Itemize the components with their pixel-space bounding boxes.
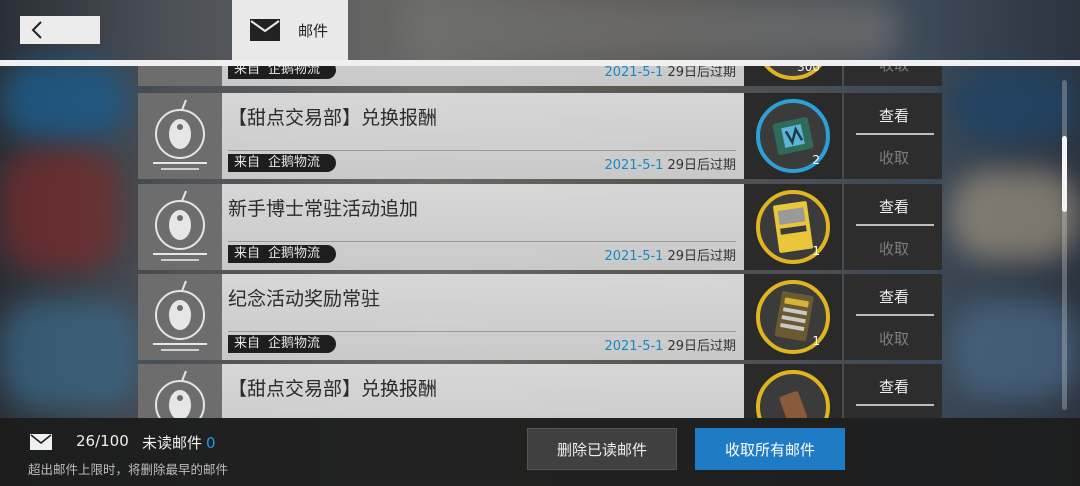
collect-button[interactable]: 收取 bbox=[854, 147, 934, 168]
view-button[interactable]: 查看 bbox=[854, 286, 934, 307]
mail-title: 新手博士常驻活动追加 bbox=[228, 198, 419, 220]
mail-limit-hint: 超出邮件上限时，将删除最早的邮件 bbox=[28, 462, 229, 477]
reward-count: 1 bbox=[812, 244, 820, 258]
mail-title: 【甜点交易部】兑换报酬 bbox=[228, 107, 438, 129]
mail-count: 26/100 bbox=[76, 432, 129, 450]
expire-info: 2021-5-1 29日后过期 bbox=[604, 249, 736, 264]
sender-tag: 来自 企鹅物流 bbox=[228, 154, 337, 172]
collect-all-button[interactable]: 收取所有邮件 bbox=[695, 428, 845, 470]
penguin-logistics-icon bbox=[153, 280, 207, 351]
bottom-bar: 26/100 未读邮件 0 超出邮件上限时，将删除最早的邮件 删除已读邮件 收取所… bbox=[0, 418, 1080, 486]
chevron-left-icon bbox=[31, 21, 42, 39]
collect-button[interactable]: 收取 bbox=[854, 328, 934, 349]
penguin-logistics-icon bbox=[155, 370, 205, 418]
mail-list[interactable]: 来自企鹅物流 2021-5-129日后过期 300 收取 bbox=[138, 66, 942, 418]
delete-read-button[interactable]: 删除已读邮件 bbox=[527, 428, 677, 470]
mail-content[interactable]: 【甜点交易部】兑换报酬 来自 企鹅物流 2021-5-1 29日后过期 bbox=[138, 93, 744, 179]
penguin-logistics-icon bbox=[153, 190, 207, 261]
penguin-logistics-logo bbox=[138, 184, 222, 270]
recruitment-permit-icon bbox=[773, 201, 813, 253]
reward-item[interactable] bbox=[744, 364, 842, 418]
mail-content[interactable]: 【甜点交易部】兑换报酬 bbox=[138, 364, 744, 418]
mail-actions: 查看 收取 bbox=[844, 93, 942, 179]
reward-item[interactable]: 2 bbox=[744, 93, 842, 179]
reward-item-icon: 300 bbox=[756, 66, 830, 80]
mail-actions: 查看 收取 bbox=[844, 274, 942, 360]
unread-count: 0 bbox=[206, 434, 216, 452]
unread-label: 未读邮件 bbox=[142, 434, 203, 452]
reward-item[interactable]: 1 bbox=[744, 184, 842, 270]
mail-actions: 收取 bbox=[844, 66, 942, 86]
reward-item-icon bbox=[756, 370, 830, 418]
supply-box-icon bbox=[772, 117, 814, 155]
expire-info: 2021-5-1 29日后过期 bbox=[604, 66, 736, 80]
mail-content[interactable]: 新手博士常驻活动追加 来自 企鹅物流 2021-5-1 29日后过期 bbox=[138, 184, 744, 270]
collect-button[interactable]: 收取 bbox=[854, 238, 934, 259]
mail-row[interactable]: 新手博士常驻活动追加 来自 企鹅物流 2021-5-1 29日后过期 1 查看 收取 bbox=[138, 184, 942, 270]
reward-count: 2 bbox=[812, 153, 820, 167]
sender-tag: 来自 企鹅物流 bbox=[228, 335, 337, 353]
back-button[interactable] bbox=[20, 16, 100, 44]
reward-item[interactable]: 1 bbox=[744, 274, 842, 360]
mail-row[interactable]: 【甜点交易部】兑换报酬 查看 bbox=[138, 364, 942, 418]
expire-info: 2021-5-1 29日后过期 bbox=[604, 158, 736, 173]
reward-item-icon: 1 bbox=[756, 190, 830, 264]
food-item-icon bbox=[779, 391, 808, 418]
tab-mail[interactable]: 邮件 bbox=[232, 0, 348, 60]
mail-content[interactable]: 来自 企鹅物流 2021-5-1 29日后过期 bbox=[138, 66, 744, 86]
top-bar: 邮件 bbox=[0, 0, 1080, 60]
penguin-logistics-icon bbox=[153, 99, 207, 170]
row-divider bbox=[228, 150, 736, 151]
reward-item-icon: 2 bbox=[756, 99, 830, 173]
collect-button[interactable]: 收取 bbox=[854, 66, 934, 75]
envelope-icon bbox=[250, 19, 280, 41]
reward-count: 1 bbox=[812, 334, 820, 348]
scrollbar-track[interactable] bbox=[1062, 80, 1067, 410]
mail-row[interactable]: 来自企鹅物流 2021-5-129日后过期 300 收取 bbox=[138, 66, 942, 86]
penguin-logistics-logo bbox=[138, 364, 222, 418]
actions-divider bbox=[856, 404, 934, 406]
view-button[interactable]: 查看 bbox=[854, 196, 934, 217]
penguin-logistics-logo bbox=[138, 274, 222, 360]
view-button[interactable]: 查看 bbox=[854, 376, 934, 397]
row-divider bbox=[228, 331, 736, 332]
expire-info: 2021-5-1 29日后过期 bbox=[604, 339, 736, 354]
row-divider bbox=[228, 241, 736, 242]
mail-title: 【甜点交易部】兑换报酬 bbox=[228, 378, 438, 400]
reward-count: 300 bbox=[797, 66, 820, 74]
unread-indicator: 未读邮件 0 bbox=[142, 432, 216, 453]
sender-tag: 来自 企鹅物流 bbox=[228, 66, 337, 79]
reward-item-icon: 1 bbox=[756, 280, 830, 354]
mail-actions: 查看 bbox=[844, 364, 942, 418]
mail-title: 纪念活动奖励常驻 bbox=[228, 288, 381, 310]
actions-divider bbox=[856, 133, 934, 135]
tab-mail-label: 邮件 bbox=[298, 21, 329, 40]
actions-divider bbox=[856, 314, 934, 316]
sender-tag: 来自 企鹅物流 bbox=[228, 245, 337, 263]
view-button[interactable]: 查看 bbox=[854, 105, 934, 126]
mail-row[interactable]: 【甜点交易部】兑换报酬 来自 企鹅物流 2021-5-1 29日后过期 2 查看 收… bbox=[138, 93, 942, 179]
mail-row[interactable]: 纪念活动奖励常驻 来自 企鹅物流 2021-5-1 29日后过期 1 查看 收取 bbox=[138, 274, 942, 360]
scrollbar-thumb[interactable] bbox=[1062, 136, 1067, 212]
reward-item[interactable]: 300 bbox=[744, 66, 842, 86]
envelope-icon bbox=[30, 434, 52, 450]
penguin-logistics-logo bbox=[138, 93, 222, 179]
permit-bundle-icon bbox=[774, 291, 814, 342]
penguin-logistics-logo bbox=[138, 66, 222, 86]
mail-actions: 查看 收取 bbox=[844, 184, 942, 270]
actions-divider bbox=[856, 224, 934, 226]
mail-content[interactable]: 纪念活动奖励常驻 来自 企鹅物流 2021-5-1 29日后过期 bbox=[138, 274, 744, 360]
